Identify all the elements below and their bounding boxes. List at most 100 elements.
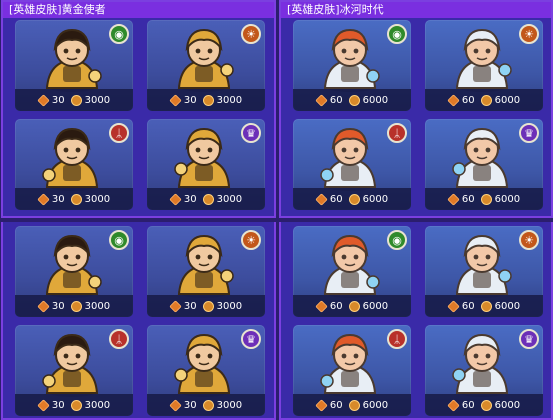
gem-icon — [37, 398, 50, 412]
gem-amount: 60 — [329, 300, 343, 312]
hero-skin-card[interactable]: ᛦ 60 6000 — [293, 119, 411, 210]
gem-icon — [37, 93, 50, 107]
gem-price[interactable]: 30 — [37, 93, 65, 107]
hero-skin-portrait — [311, 331, 389, 397]
gold-price[interactable]: 6000 — [348, 193, 389, 205]
gem-amount: 30 — [51, 193, 65, 205]
gold-amount: 3000 — [84, 399, 111, 411]
gem-price[interactable]: 60 — [447, 192, 475, 206]
hero-skin-portrait — [165, 331, 243, 397]
hero-skin-card[interactable]: ☀ 30 3000 — [147, 20, 265, 111]
price-bar: 60 6000 — [425, 295, 543, 317]
hero-skin-portrait — [165, 232, 243, 298]
hero-skin-card[interactable]: ♛ 60 6000 — [425, 119, 543, 210]
gem-price[interactable]: 60 — [447, 299, 475, 313]
price-bar: 30 3000 — [147, 394, 265, 416]
gold-price[interactable]: 3000 — [70, 399, 111, 411]
hero-skin-card[interactable]: ᛦ 30 3000 — [15, 119, 133, 210]
price-bar: 60 6000 — [425, 188, 543, 210]
gold-price[interactable]: 6000 — [480, 399, 520, 411]
price-bar: 60 6000 — [293, 89, 411, 111]
hero-skin-portrait — [311, 125, 389, 191]
sun-icon: ☀ — [519, 24, 539, 44]
hero-skin-card[interactable]: ◉ 30 3000 — [15, 226, 133, 317]
gem-price[interactable]: 30 — [37, 192, 65, 206]
gem-price[interactable]: 30 — [169, 192, 197, 206]
gold-coin-icon — [348, 300, 360, 312]
gem-price[interactable]: 30 — [169, 299, 197, 313]
gem-icon — [447, 192, 460, 206]
gold-price[interactable]: 3000 — [202, 399, 242, 411]
gold-price[interactable]: 6000 — [480, 300, 521, 312]
gem-icon — [447, 398, 460, 412]
gold-coin-icon — [202, 94, 214, 106]
hero-skin-portrait — [443, 26, 521, 92]
hero-skin-card[interactable]: ◉ 60 6000 — [293, 226, 411, 317]
hero-skin-portrait — [33, 125, 111, 191]
hero-skin-card[interactable]: ◉ 30 3000 — [15, 20, 133, 111]
gold-amount: 6000 — [362, 193, 389, 205]
gold-price[interactable]: 6000 — [348, 300, 389, 312]
hero-skin-card[interactable]: ♛ 30 3000 — [147, 325, 265, 416]
eye-leaf-icon: ◉ — [109, 230, 129, 250]
gem-amount: 60 — [329, 193, 343, 205]
gold-coin-icon — [480, 399, 492, 411]
gem-icon — [169, 192, 182, 206]
gem-icon — [447, 299, 460, 313]
price-bar: 60 6000 — [293, 295, 411, 317]
gold-coin-icon — [348, 399, 360, 411]
gem-price[interactable]: 30 — [37, 398, 65, 412]
hero-skin-card[interactable]: ☀ 30 3000 — [147, 226, 265, 317]
price-bar: 60 6000 — [293, 188, 411, 210]
gold-amount: 6000 — [494, 300, 521, 312]
gold-price[interactable]: 3000 — [202, 300, 243, 312]
hero-skin-card[interactable]: ᛦ 60 6000 — [293, 325, 411, 416]
rune-icon: ᛦ — [109, 123, 129, 143]
gem-amount: 60 — [461, 193, 475, 205]
price-bar: 30 3000 — [147, 295, 265, 317]
gold-price[interactable]: 3000 — [202, 193, 242, 205]
gold-price[interactable]: 6000 — [480, 193, 520, 205]
gold-price[interactable]: 3000 — [70, 193, 110, 205]
gem-icon — [169, 299, 182, 313]
gold-amount: 3000 — [216, 300, 243, 312]
hero-skin-card[interactable]: ᛦ 30 3000 — [15, 325, 133, 416]
gold-price[interactable]: 6000 — [348, 94, 388, 106]
gem-amount: 30 — [183, 300, 197, 312]
rune-icon: ᛦ — [387, 329, 407, 349]
hero-skin-portrait — [311, 26, 389, 92]
gold-coin-icon — [480, 300, 492, 312]
gem-price[interactable]: 60 — [315, 192, 343, 206]
gem-price[interactable]: 30 — [169, 93, 197, 107]
price-bar: 30 3000 — [15, 188, 133, 210]
hero-skin-card[interactable]: ☀ 60 6000 — [425, 20, 543, 111]
gold-price[interactable]: 6000 — [348, 399, 388, 411]
hero-skin-card[interactable]: ♛ 30 3000 — [147, 119, 265, 210]
gem-amount: 30 — [183, 399, 197, 411]
gem-price[interactable]: 60 — [315, 398, 343, 412]
gem-icon — [169, 398, 182, 412]
gem-amount: 60 — [461, 300, 475, 312]
gem-price[interactable]: 60 — [315, 299, 343, 313]
gold-amount: 6000 — [362, 300, 389, 312]
gold-coin-icon — [348, 94, 360, 106]
gem-price[interactable]: 60 — [447, 93, 475, 107]
gem-price[interactable]: 60 — [315, 93, 343, 107]
gem-icon — [315, 192, 328, 206]
hero-skin-card[interactable]: ♛ 60 6000 — [425, 325, 543, 416]
gem-icon — [169, 93, 182, 107]
hero-skin-portrait — [443, 232, 521, 298]
gem-price[interactable]: 30 — [37, 299, 65, 313]
gem-price[interactable]: 60 — [447, 398, 475, 412]
eye-leaf-icon: ◉ — [387, 24, 407, 44]
gold-amount: 3000 — [84, 300, 111, 312]
gold-price[interactable]: 3000 — [70, 300, 111, 312]
hero-skin-card[interactable]: ☀ 60 6000 — [425, 226, 543, 317]
hero-skin-card[interactable]: ◉ 60 6000 — [293, 20, 411, 111]
gold-coin-icon — [348, 193, 360, 205]
gem-price[interactable]: 30 — [169, 398, 197, 412]
gold-price[interactable]: 3000 — [202, 94, 242, 106]
gem-amount: 30 — [51, 399, 65, 411]
gold-price[interactable]: 6000 — [480, 94, 520, 106]
gold-price[interactable]: 3000 — [70, 94, 110, 106]
